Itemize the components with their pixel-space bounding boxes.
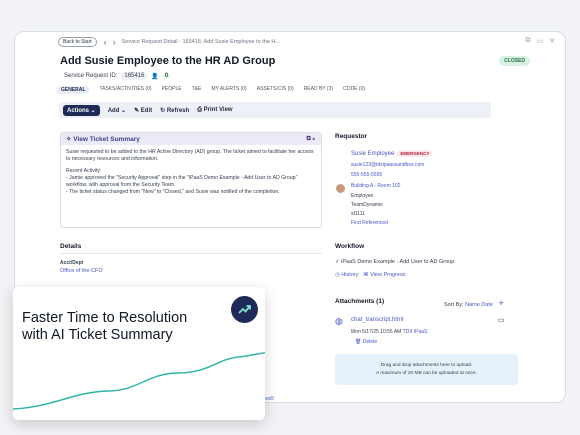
check-icon: ✓ [335,259,340,265]
workflow-heading: Workflow [335,243,365,250]
recent-activity-line: - Jamie approved the "Security Approval"… [66,175,298,188]
org-chart-icon: ⌘ [363,272,369,278]
find-referenced-link[interactable]: Find Referenced [351,220,388,226]
collapse-controls[interactable]: ⧉ ▴ [307,136,315,143]
globe-icon: ◍ [335,316,343,326]
open-external-icon[interactable]: ⧉ [526,37,531,45]
emergency-badge: EMERGENCY [397,150,433,157]
workflow-links: ◷ History ⌘ View Progress [335,272,405,278]
refresh-button[interactable]: ↻ Refresh [160,107,189,114]
ticket-summary-header[interactable]: ✧ View Ticket Summary ⧉ ▴ [61,133,321,145]
toolbar: Actions ⌄ Add ⌄ ✎ Edit ↻ Refresh ⎙ Print… [59,102,491,118]
add-label: Add [107,107,120,114]
sr-count-badge: 0 [162,73,171,79]
refresh-label: Refresh [166,107,190,114]
requestor-code: sf1111 [351,211,365,217]
history-label: History [341,272,359,278]
sr-label: Service Request ID: [64,73,118,79]
tab-my-alerts[interactable]: MY ALERTS (0) [211,86,246,94]
requestor-location[interactable]: Building A - Room 102 [351,183,400,189]
trend-wave [13,352,265,410]
status-badge: CLOSED [499,56,530,66]
close-icon[interactable]: ✕ [549,37,555,45]
requestor-heading: Requestor [335,133,368,140]
recent-activity-label: Recent Activity: [66,168,102,174]
edit-button[interactable]: ✎ Edit [134,107,152,114]
monitor-icon[interactable]: ▭ [498,316,505,324]
add-button[interactable]: Add ⌄ [108,107,126,114]
attachment-file-link[interactable]: chat_transcript.html [351,317,403,323]
delete-attachment-button[interactable]: 🗑 Delete [355,339,377,345]
sr-id-value: 165416 [121,72,148,80]
chevron-right-icon[interactable]: › [113,38,116,47]
delete-label: Delete [362,339,378,345]
tab-read-by[interactable]: READ BY (3) [304,86,333,94]
workflow-name: ✓ iPaaS Demo Example - Add User to AD Gr… [335,259,454,265]
tab-general[interactable]: GENERAL [57,86,90,94]
summary-paragraph: Susie requested to be added to the HR Ac… [66,149,314,162]
ticket-summary-body: Susie requested to be added to the HR Ac… [61,145,321,200]
person-icon: 👤 [151,73,159,80]
sort-name-button[interactable]: Name [465,302,480,308]
view-progress-label: View Progress [370,272,406,278]
promo-card: Faster Time to Resolution with AI Ticket… [13,287,274,420]
attachment-author[interactable]: TDX iPaaS [403,329,428,335]
divider [60,253,322,254]
drop-zone-line: Drag and drop attachments here to upload… [380,363,473,368]
actions-label: Actions [67,107,90,114]
drop-zone[interactable]: Drag and drop attachments here to upload… [335,354,518,385]
history-button[interactable]: ◷ History [335,272,358,278]
tab-code[interactable]: CODE (0) [343,86,365,94]
acct-value-link[interactable]: Office of the CFO [60,268,103,274]
pencil-icon: ✎ [134,107,140,114]
print-view-button[interactable]: ⎙ Print View [197,107,232,114]
avatar [336,184,345,193]
requestor-phone[interactable]: 555-555-5555 [351,172,382,178]
attachments-heading: Attachments (1) [335,298,385,305]
tab-tasks[interactable]: TASKS/ACTIVITIES (0) [99,86,151,94]
refresh-icon: ↻ [160,107,166,114]
tab-bar: GENERAL TASKS/ACTIVITIES (0) PEOPLE T&E … [57,86,365,94]
clock-icon: ◷ [335,272,340,278]
chevron-left-icon[interactable]: ‹ [104,38,107,47]
add-attachment-icon[interactable]: + [498,298,503,308]
acct-label: Acct/Dept [60,260,84,266]
attachment-meta: Mon 5/17/25 10:55 AM TDX iPaaS [351,329,427,335]
workflow-name-text: iPaaS Demo Example - Add User to AD Grou… [341,259,455,265]
tab-people[interactable]: PEOPLE [162,86,182,94]
recent-activity-line: - The ticket status changed from "New" t… [66,189,280,195]
view-progress-button[interactable]: ⌘ View Progress [363,272,405,278]
restore-icon[interactable]: ▭ [537,37,544,45]
sort-label: Sort By: [444,302,464,308]
tab-assets[interactable]: ASSETS/CIS (0) [257,86,294,94]
printer-icon: ⎙ [197,106,202,113]
ticket-summary-card: ✧ View Ticket Summary ⧉ ▴ Susie requeste… [60,132,322,228]
breadcrumb: Service Request Detail - 165416: Add Sus… [121,39,280,45]
drop-zone-line: A maximum of 20 MB can be uploaded at on… [376,371,477,376]
requestor-name-link[interactable]: Susie Employee [351,151,394,157]
topbar: Back to Start ‹ › Service Request Detail… [15,32,565,52]
window-controls: ⧉ ▭ ✕ [526,37,556,45]
back-to-start-button[interactable]: Back to Start [58,37,97,47]
service-request-id: Service Request ID: 165416 👤 0 [64,72,171,80]
page-title: Add Susie Employee to the HR AD Group [60,55,276,67]
ticket-summary-title: View Ticket Summary [73,135,140,143]
requestor-name-row: Susie Employee EMERGENCY [351,150,433,157]
attachment-date: Mon 5/17/25 10:55 AM [351,329,402,335]
edit-label: Edit [140,107,153,114]
print-label: Print View [203,106,233,113]
requestor-email[interactable]: susie123@tdxipaassandbox.com [351,162,424,168]
details-heading: Details [60,243,82,250]
sort-control: Sort By: Name Date + [444,298,504,308]
requestor-role: Employee [351,193,374,199]
tab-te[interactable]: T&E [192,86,202,94]
trash-icon: 🗑 [355,339,362,345]
peek-text: ws5 [265,396,274,402]
actions-button[interactable]: Actions ⌄ [63,104,100,116]
requestor-org: TeamDynamix [351,202,383,208]
magic-wand-icon: ✧ [66,136,72,143]
sort-date-button[interactable]: Date [481,302,493,308]
